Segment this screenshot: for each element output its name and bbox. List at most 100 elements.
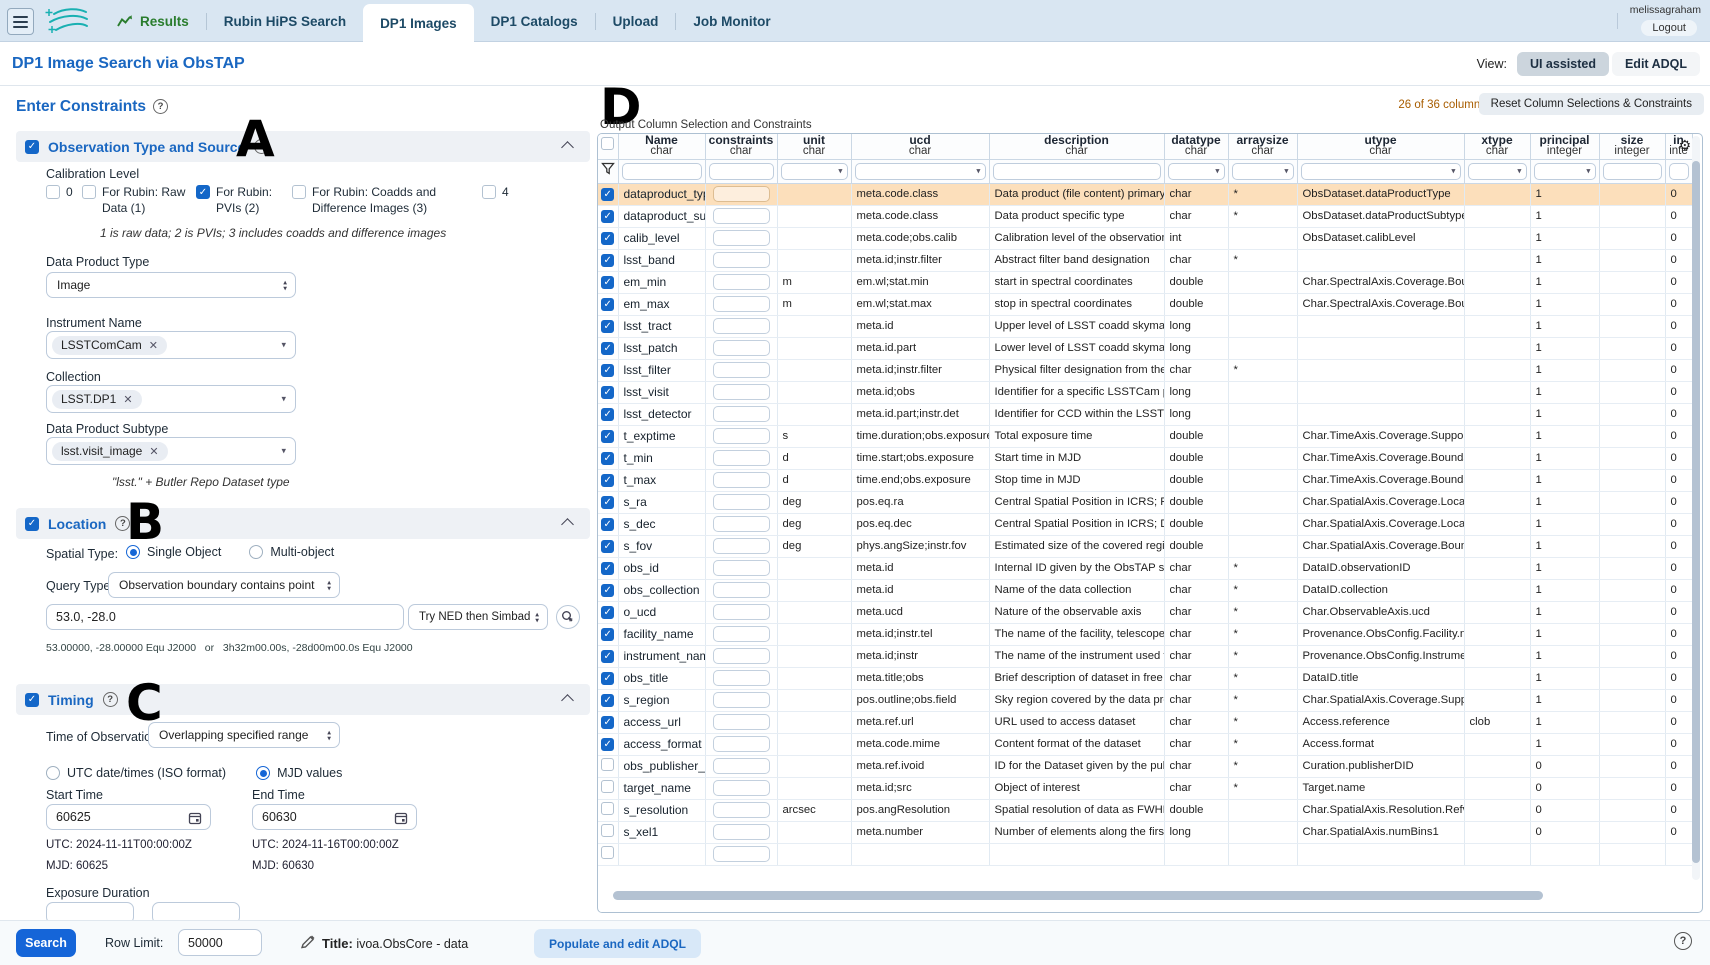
filter-ucd[interactable]: ▾ <box>851 159 989 183</box>
constraint-input[interactable] <box>713 626 770 642</box>
view-option-edit-adql[interactable]: Edit ADQL <box>1612 52 1700 76</box>
constraint-input[interactable] <box>713 604 770 620</box>
row-checkbox[interactable] <box>601 650 614 663</box>
row-checkbox[interactable] <box>601 824 614 837</box>
calendar-icon[interactable] <box>394 811 408 825</box>
filter-xtype[interactable]: ▾ <box>1464 159 1530 183</box>
constraint-input[interactable] <box>713 516 770 532</box>
exposure-max-input[interactable] <box>152 902 240 920</box>
col-header-unit[interactable]: unitchar <box>777 134 851 159</box>
instrument-name-combobox[interactable]: LSSTComCam✕ ▾ <box>46 331 296 359</box>
filter-constraints[interactable] <box>705 159 777 183</box>
reset-columns-button[interactable]: Reset Column Selections & Constraints <box>1479 93 1704 115</box>
constraint-input[interactable] <box>713 450 770 466</box>
select-all-checkbox[interactable] <box>601 137 614 150</box>
row-checkbox[interactable] <box>601 540 614 553</box>
constraint-input[interactable] <box>713 406 770 422</box>
constraint-input[interactable] <box>713 428 770 444</box>
filter-utype[interactable]: ▾ <box>1297 159 1464 183</box>
row-checkbox[interactable] <box>601 298 614 311</box>
chevron-up-icon[interactable] <box>561 518 574 531</box>
row-checkbox[interactable] <box>601 232 614 245</box>
filter-unit[interactable]: ▾ <box>777 159 851 183</box>
row-checkbox[interactable] <box>601 342 614 355</box>
constraint-input[interactable] <box>713 296 770 312</box>
row-checkbox[interactable] <box>601 780 614 793</box>
row-checkbox[interactable] <box>601 364 614 377</box>
coordinates-input[interactable]: 53.0, -28.0 <box>46 604 404 630</box>
constraint-input[interactable] <box>713 340 770 356</box>
constraint-input[interactable] <box>713 362 770 378</box>
radio-icon[interactable] <box>46 766 60 780</box>
start-time-input[interactable]: 60625 <box>46 804 211 830</box>
remove-chip-icon[interactable]: ✕ <box>149 445 158 458</box>
radio-icon[interactable] <box>249 545 263 559</box>
populate-adql-button[interactable]: Populate and edit ADQL <box>534 929 701 958</box>
resolver-select[interactable]: Try NED then Simbad ▴▾ <box>408 604 548 630</box>
section-observation-header[interactable]: Observation Type and Source ? <box>16 131 590 162</box>
constraint-input[interactable] <box>713 230 770 246</box>
constraint-input[interactable] <box>713 714 770 730</box>
col-header-xtype[interactable]: xtypechar <box>1464 134 1530 159</box>
row-checkbox[interactable] <box>601 628 614 641</box>
row-checkbox[interactable] <box>601 188 614 201</box>
row-checkbox[interactable] <box>601 408 614 421</box>
vertical-scrollbar-thumb[interactable] <box>1692 161 1700 863</box>
section-location-header[interactable]: Location ? <box>16 508 590 539</box>
constraint-input[interactable] <box>713 494 770 510</box>
row-checkbox[interactable] <box>601 606 614 619</box>
radio-icon[interactable] <box>256 766 270 780</box>
filter-input[interactable]: ▾ <box>1168 163 1225 180</box>
row-checkbox[interactable] <box>601 320 614 333</box>
row-checkbox[interactable] <box>601 584 614 597</box>
calendar-icon[interactable] <box>188 811 202 825</box>
row-checkbox[interactable] <box>601 716 614 729</box>
constraint-input[interactable] <box>713 186 770 202</box>
row-checkbox[interactable] <box>601 672 614 685</box>
filter-input[interactable] <box>709 163 774 180</box>
constraint-input[interactable] <box>713 692 770 708</box>
exposure-min-input[interactable] <box>46 902 134 920</box>
filter-input[interactable] <box>1669 163 1689 180</box>
col-header-description[interactable]: descriptionchar <box>989 134 1164 159</box>
constraint-input[interactable] <box>713 252 770 268</box>
select-all-header[interactable] <box>598 134 618 159</box>
end-time-input[interactable]: 60630 <box>252 804 417 830</box>
observation-checkbox[interactable] <box>25 140 39 154</box>
constraint-input[interactable] <box>713 274 770 290</box>
help-icon[interactable]: ? <box>153 99 168 114</box>
calibration-option[interactable]: For Rubin: PVIs (2) <box>196 185 282 216</box>
tab-dp1-catalogs[interactable]: DP1 Catalogs <box>474 0 595 42</box>
constraint-input[interactable] <box>713 736 770 752</box>
filter-indexed[interactable] <box>1665 159 1692 183</box>
row-checkbox[interactable] <box>601 474 614 487</box>
time-format-option[interactable]: MJD values <box>256 766 342 780</box>
row-checkbox[interactable] <box>601 430 614 443</box>
col-header-utype[interactable]: utypechar <box>1297 134 1464 159</box>
remove-chip-icon[interactable]: ✕ <box>123 393 132 406</box>
row-checkbox[interactable] <box>601 210 614 223</box>
row-checkbox[interactable] <box>601 802 614 815</box>
tab-dp1-images[interactable]: DP1 Images <box>363 4 474 42</box>
constraint-input[interactable] <box>713 384 770 400</box>
col-header-ucd[interactable]: ucdchar <box>851 134 989 159</box>
chevron-up-icon[interactable] <box>561 141 574 154</box>
constraint-input[interactable] <box>713 824 770 840</box>
location-checkbox[interactable] <box>25 517 39 531</box>
filter-input[interactable]: ▾ <box>781 163 848 180</box>
filter-datatype[interactable]: ▾ <box>1164 159 1228 183</box>
row-checkbox[interactable] <box>601 276 614 289</box>
row-checkbox[interactable] <box>601 694 614 707</box>
tab-upload[interactable]: Upload <box>596 0 676 42</box>
filter-input[interactable]: ▾ <box>1534 163 1596 180</box>
remove-chip-icon[interactable]: ✕ <box>149 339 158 352</box>
constraint-input[interactable] <box>713 208 770 224</box>
row-checkbox[interactable] <box>601 496 614 509</box>
calibration-option[interactable]: For Rubin: Raw Data (1) <box>82 185 186 216</box>
horizontal-scrollbar-thumb[interactable] <box>613 891 1543 900</box>
calibration-checkbox[interactable] <box>196 185 210 199</box>
row-checkbox[interactable] <box>601 452 614 465</box>
row-checkbox[interactable] <box>601 518 614 531</box>
tab-results[interactable]: Results <box>100 0 206 42</box>
calibration-checkbox[interactable] <box>292 185 306 199</box>
